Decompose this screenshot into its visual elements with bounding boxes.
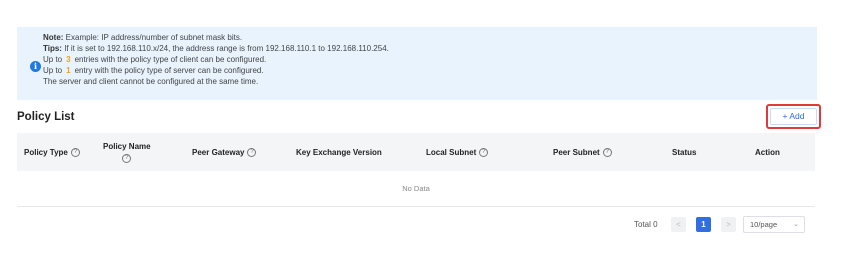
prev-page-button[interactable]: < [671, 217, 686, 232]
column-peer-gateway: Peer Gateway ? [192, 133, 257, 171]
column-action: Action [755, 147, 780, 157]
column-local-subnet: Local Subnet ? [426, 133, 489, 171]
column-peer-subnet: Peer Subnet ? [553, 133, 612, 171]
question-circle-icon[interactable]: ? [247, 147, 257, 157]
empty-table-message: No Data [17, 171, 815, 207]
client-limit-count: 3 [66, 55, 71, 64]
column-policy-type: Policy Type ? [24, 133, 80, 171]
client-limit-line: Up to 3 entries with the policy type of cl… [43, 55, 267, 64]
column-key-exchange-version: Key Exchange Version [296, 147, 382, 157]
info-icon: i [30, 61, 41, 72]
question-circle-icon[interactable]: ? [602, 147, 612, 157]
column-status: Status [672, 147, 697, 157]
note-line: Note: Example: IP address/number of subn… [43, 33, 243, 42]
exclusive-note-line: The server and client cannot be configur… [43, 77, 259, 86]
column-policy-name: Policy Name ? [103, 141, 151, 163]
chevron-down-icon: ⌄ [793, 221, 799, 228]
question-circle-icon[interactable]: ? [479, 147, 489, 157]
notice-panel: i Note: Example: IP address/number of su… [17, 27, 817, 100]
server-limit-count: 1 [66, 66, 71, 75]
policy-list-title: Policy List [17, 111, 75, 123]
add-policy-button[interactable]: + Add [770, 108, 817, 125]
question-circle-icon[interactable]: ? [122, 153, 132, 163]
total-count: Total 0 [634, 220, 658, 229]
page-1-button[interactable]: 1 [696, 217, 711, 232]
server-limit-line: Up to 1 entry with the policy type of serv… [43, 66, 264, 75]
next-page-button[interactable]: > [721, 217, 736, 232]
question-circle-icon[interactable]: ? [70, 147, 80, 157]
page-size-value: 10/page [750, 220, 778, 229]
page-size-select[interactable]: 10/page ⌄ [743, 216, 805, 233]
policy-table-header: Policy Type ? Policy Name ? Peer Gateway… [17, 133, 815, 171]
tips-line: Tips: If it is set to 192.168.110.x/24, … [43, 44, 389, 53]
